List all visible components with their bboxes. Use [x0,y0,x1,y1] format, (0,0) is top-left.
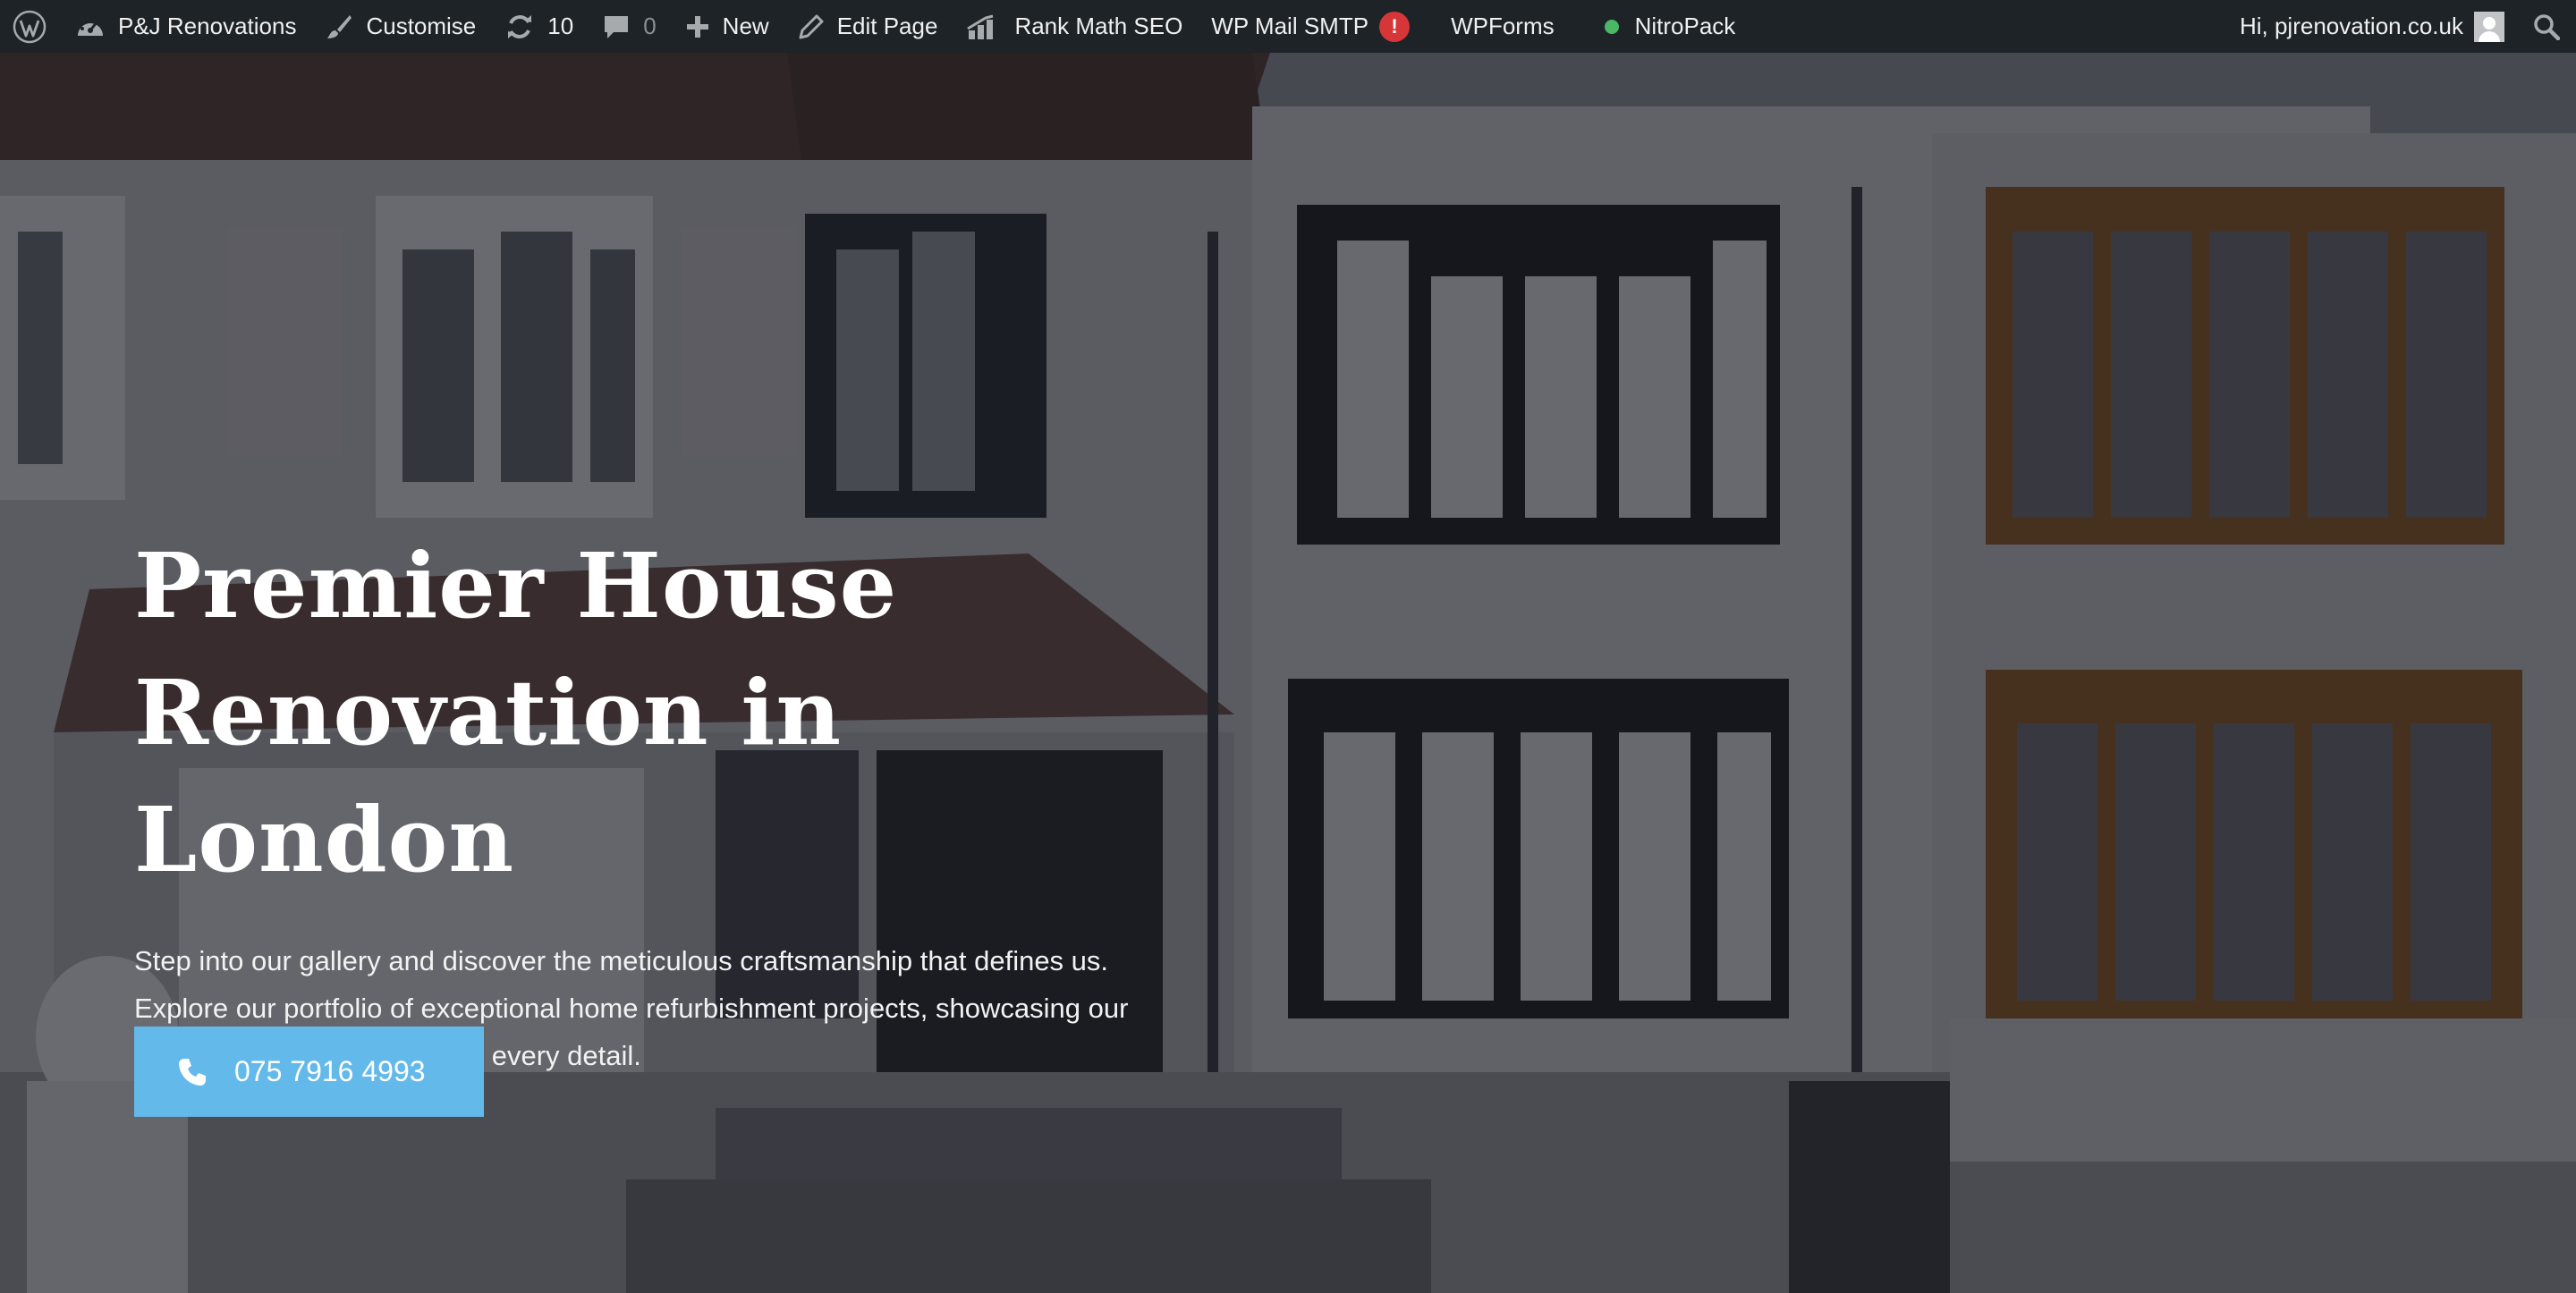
pencil-icon [798,13,825,40]
wpforms-menu[interactable]: WPForms [1424,0,1569,53]
wpforms-label: WPForms [1451,13,1555,39]
site-name-label: P&J Renovations [118,13,297,39]
customise-menu[interactable]: Customise [310,0,490,53]
account-menu[interactable]: Hi, pjrenovation.co.uk [2225,0,2519,53]
new-content-menu[interactable]: New [671,0,784,53]
search-icon [2533,13,2560,40]
update-refresh-icon [504,12,535,42]
cta-phone-number: 075 7916 4993 [234,1055,426,1087]
site-name-menu[interactable]: P&J Renovations [61,0,310,53]
rank-math-label: Rank Math SEO [1014,13,1183,39]
paintbrush-icon [325,13,353,41]
edit-page-menu[interactable]: Edit Page [784,0,953,53]
hero-section: Premier House Renovation in London Step … [0,53,2576,1293]
nitropack-menu[interactable]: NitroPack [1569,0,1750,53]
hero-title: Premier House Renovation in London [134,533,898,892]
wordpress-logo-menu[interactable] [0,0,61,53]
wp-mail-smtp-menu[interactable]: WP Mail SMTP ! [1197,0,1424,53]
nitropack-status-dot [1604,19,1619,34]
admin-search[interactable] [2519,0,2576,53]
plus-icon [685,14,710,39]
admin-bar: P&J Renovations Customise 10 0 New Edit … [0,0,2576,53]
dashboard-gauge-icon [75,13,106,40]
new-label: New [722,13,769,39]
comment-bubble-icon [602,13,631,40]
wp-mail-smtp-label: WP Mail SMTP [1211,13,1369,39]
wordpress-icon [13,10,47,44]
call-phone-button[interactable]: 075 7916 4993 [134,1027,484,1117]
comments-menu[interactable]: 0 [588,0,670,53]
comments-count: 0 [643,13,657,39]
avatar [2474,11,2504,42]
rank-math-chart-icon [966,13,1002,41]
updates-menu[interactable]: 10 [490,0,588,53]
smtp-alert-badge: ! [1379,11,1411,42]
edit-page-label: Edit Page [836,13,938,39]
customise-label: Customise [366,13,477,39]
rank-math-menu[interactable]: Rank Math SEO [952,0,1197,53]
updates-count: 10 [547,13,574,39]
greeting-label: Hi, pjrenovation.co.uk [2239,13,2463,39]
phone-icon [177,1057,208,1087]
nitropack-label: NitroPack [1634,13,1736,39]
hero-content: Premier House Renovation in London Step … [134,522,1297,1079]
